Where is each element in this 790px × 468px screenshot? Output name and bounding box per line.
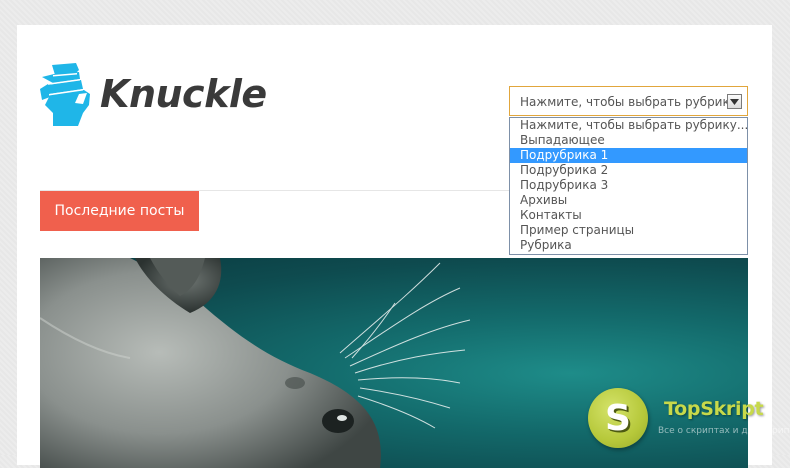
dropdown-option[interactable]: Выпадающее	[510, 133, 747, 148]
dropdown-option[interactable]: Пример страницы	[510, 223, 747, 238]
dropdown-option[interactable]: Контакты	[510, 208, 747, 223]
dropdown-option[interactable]: Подрубрика 2	[510, 163, 747, 178]
site-logo[interactable]: Knuckle	[39, 61, 267, 127]
fist-icon	[40, 63, 90, 126]
dropdown-option[interactable]: Архивы	[510, 193, 747, 208]
dropdown-option[interactable]: Рубрика	[510, 238, 747, 253]
recent-posts-button[interactable]: Последние посты	[40, 191, 199, 231]
category-dropdown-list: Нажмите, чтобы выбрать рубрику... Выпада…	[509, 117, 748, 255]
category-select-value: Нажмите, чтобы выбрать рубрику...	[520, 95, 730, 109]
dropdown-option[interactable]: Подрубрика 3	[510, 178, 747, 193]
watermark-subtitle: Все о скриптах и для скриптов...	[658, 426, 790, 436]
watermark-title: TopSkript	[664, 398, 764, 420]
dropdown-arrow-button[interactable]	[727, 94, 742, 109]
site-title: Knuckle	[100, 72, 267, 116]
dropdown-option[interactable]: Нажмите, чтобы выбрать рубрику...	[510, 118, 748, 133]
topskript-watermark: S TopSkript Все о скриптах и для скрипто…	[588, 388, 790, 448]
category-select[interactable]: Нажмите, чтобы выбрать рубрику...	[509, 86, 748, 116]
watermark-logo-icon: S	[588, 388, 648, 448]
dropdown-option-highlighted[interactable]: Подрубрика 1	[510, 148, 747, 163]
chevron-down-icon	[730, 98, 739, 105]
watermark-letter: S	[605, 397, 631, 439]
